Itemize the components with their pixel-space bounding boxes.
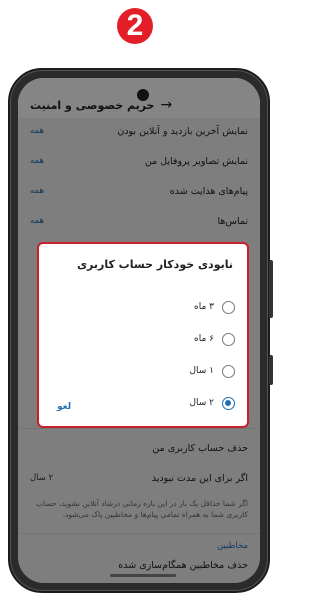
cancel-button[interactable]: لغو — [57, 402, 71, 412]
phone-frame: → حریم خصوصی و امنیت نمایش آخرین بازدید … — [8, 68, 273, 593]
option-label: ۱ سال — [189, 366, 214, 376]
gesture-nav-handle[interactable] — [110, 574, 176, 577]
step-number-badge: 2 — [117, 8, 153, 44]
radio-button-icon[interactable] — [222, 332, 235, 346]
radio-button-checked-icon[interactable] — [222, 396, 235, 410]
volume-button — [269, 260, 273, 318]
front-camera — [137, 89, 149, 101]
auto-delete-dialog: نابودی خودکار حساب کاربری ۳ ماه ۶ ماه ۱ … — [39, 244, 247, 426]
option-label: ۳ ماه — [194, 302, 214, 312]
option-label: ۲ سال — [189, 398, 214, 408]
option-label: ۶ ماه — [194, 334, 214, 344]
option-3-months[interactable]: ۳ ماه — [194, 298, 235, 316]
radio-button-icon[interactable] — [222, 300, 235, 314]
power-button — [269, 355, 273, 385]
phone-screen: → حریم خصوصی و امنیت نمایش آخرین بازدید … — [18, 78, 260, 583]
option-6-months[interactable]: ۶ ماه — [194, 330, 235, 348]
option-2-years[interactable]: ۲ سال — [189, 394, 235, 412]
option-1-year[interactable]: ۱ سال — [189, 362, 235, 380]
radio-button-icon[interactable] — [222, 364, 235, 378]
dialog-title: نابودی خودکار حساب کاربری — [76, 258, 233, 271]
